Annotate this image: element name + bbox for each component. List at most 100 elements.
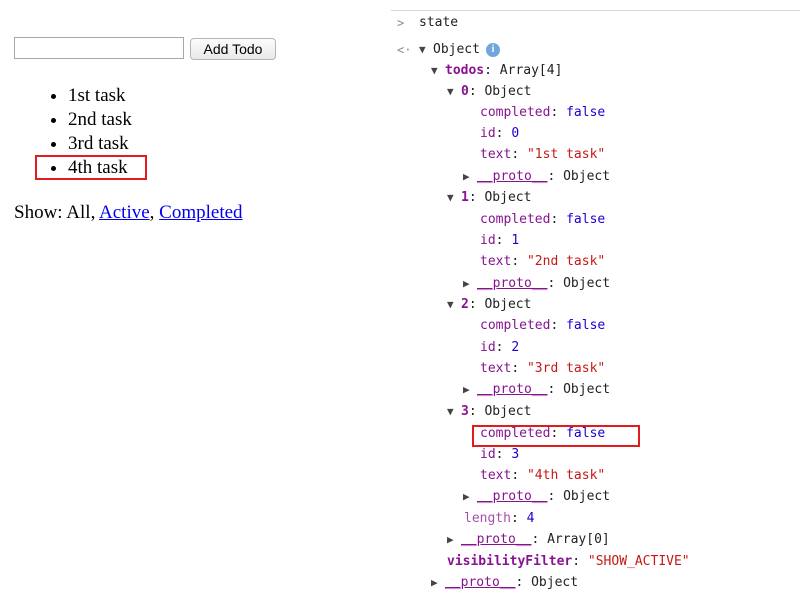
proto-key: __proto__ — [461, 532, 532, 547]
proto-key: __proto__ — [445, 575, 516, 590]
proto-value: Object — [563, 276, 611, 291]
proto-row-3[interactable]: ▶ __proto__: Object — [463, 487, 610, 507]
id-key: id — [480, 340, 496, 355]
expand-triangle-right-icon[interactable]: ▶ — [447, 530, 461, 550]
expand-triangle-right-icon[interactable]: ▶ — [463, 487, 477, 507]
completed-row-1: completed: false — [480, 212, 606, 227]
id-key: id — [480, 126, 496, 141]
item-index: 0 — [461, 84, 469, 99]
proto-key: __proto__ — [477, 382, 548, 397]
visibility-value: "SHOW_ACTIVE" — [587, 554, 690, 569]
id-value: 2 — [511, 340, 520, 355]
console-command: state — [419, 15, 459, 30]
id-value: 3 — [511, 447, 520, 462]
filter-completed-link[interactable]: Completed — [159, 202, 242, 223]
item-label: Object — [484, 404, 532, 419]
expand-triangle-down-icon[interactable]: ▼ — [431, 61, 445, 81]
visibility-key: visibilityFilter — [447, 554, 573, 569]
text-value: "2nd task" — [526, 254, 606, 269]
filter-bar: Show: All, Active, Completed — [14, 200, 243, 226]
result-arrow-icon: <· — [397, 43, 412, 57]
proto-key: __proto__ — [477, 489, 548, 504]
text-row-3: text: "4th task" — [480, 468, 606, 483]
proto-key: __proto__ — [477, 169, 548, 184]
completed-key: completed — [480, 105, 551, 120]
text-key: text — [480, 468, 512, 483]
info-icon[interactable]: i — [485, 42, 500, 57]
visibility-filter-row: visibilityFilter: "SHOW_ACTIVE" — [447, 554, 690, 569]
id-row-0: id: 0 — [480, 126, 520, 141]
todo-app: Add Todo 1st task 2nd task 3rd task 4th … — [0, 0, 390, 592]
text-key: text — [480, 361, 512, 376]
array-proto-value: Array[0] — [547, 532, 610, 547]
text-row-1: text: "2nd task" — [480, 254, 606, 269]
item-index: 1 — [461, 190, 469, 205]
prompt-chevron-icon: > — [397, 16, 405, 30]
id-value: 0 — [511, 126, 520, 141]
todos-row[interactable]: ▼ todos: Array[4] — [431, 61, 562, 81]
text-row-0: text: "1st task" — [480, 147, 606, 162]
item-label: Object — [484, 190, 532, 205]
item-index: 2 — [461, 297, 469, 312]
id-row-3: id: 3 — [480, 447, 520, 462]
expand-triangle-down-icon[interactable]: ▼ — [447, 188, 461, 208]
highlight-box-completed — [472, 425, 640, 447]
todo-object-row-1[interactable]: ▼ 1: Object — [447, 188, 531, 208]
completed-value: false — [566, 105, 606, 120]
expand-triangle-down-icon[interactable]: ▼ — [419, 40, 433, 60]
proto-row-2[interactable]: ▶ __proto__: Object — [463, 380, 610, 400]
id-row-2: id: 2 — [480, 340, 520, 355]
id-row-1: id: 1 — [480, 233, 520, 248]
length-row: length: 4 — [464, 511, 535, 526]
filter-prefix: Show: — [14, 202, 63, 223]
highlight-box-4th-task — [35, 155, 147, 180]
expand-triangle-down-icon[interactable]: ▼ — [447, 402, 461, 422]
root-object-label: Object — [433, 42, 480, 57]
length-key: length — [464, 511, 511, 526]
expand-triangle-down-icon[interactable]: ▼ — [447, 82, 461, 102]
proto-value: Object — [563, 382, 611, 397]
todo-item[interactable]: 2nd task — [68, 108, 132, 132]
proto-row-0[interactable]: ▶ __proto__: Object — [463, 167, 610, 187]
completed-key: completed — [480, 212, 551, 227]
filter-active-link[interactable]: Active — [99, 202, 150, 223]
filter-all: All — [66, 202, 91, 223]
completed-key: completed — [480, 318, 551, 333]
completed-row-2: completed: false — [480, 318, 606, 333]
proto-row-1[interactable]: ▶ __proto__: Object — [463, 274, 610, 294]
proto-value: Object — [563, 169, 611, 184]
add-todo-button[interactable]: Add Todo — [190, 38, 276, 60]
root-proto-row[interactable]: ▶ __proto__: Object — [431, 573, 578, 593]
todo-object-row-3[interactable]: ▼ 3: Object — [447, 402, 531, 422]
expand-triangle-down-icon[interactable]: ▼ — [447, 295, 461, 315]
devtools-console: > state <· ▼ Object i ▼ todos: Array[4] ▼ 0:… — [391, 0, 800, 592]
todos-key: todos — [445, 63, 485, 78]
item-index: 3 — [461, 404, 469, 419]
todos-value: Array[4] — [499, 63, 563, 78]
text-value: "4th task" — [526, 468, 606, 483]
text-key: text — [480, 254, 512, 269]
length-value: 4 — [526, 511, 535, 526]
expand-triangle-right-icon[interactable]: ▶ — [431, 573, 445, 593]
id-key: id — [480, 447, 496, 462]
completed-row-0: completed: false — [480, 105, 606, 120]
id-value: 1 — [511, 233, 520, 248]
text-value: "3rd task" — [526, 361, 606, 376]
proto-value: Object — [531, 575, 579, 590]
todo-object-row-0[interactable]: ▼ 0: Object — [447, 82, 531, 102]
array-proto-row[interactable]: ▶ __proto__: Array[0] — [447, 530, 610, 550]
completed-value: false — [566, 212, 606, 227]
proto-value: Object — [563, 489, 611, 504]
id-key: id — [480, 233, 496, 248]
todo-input[interactable] — [14, 37, 184, 59]
filter-separator: , — [149, 202, 155, 223]
expand-triangle-right-icon[interactable]: ▶ — [463, 274, 477, 294]
todo-object-row-2[interactable]: ▼ 2: Object — [447, 295, 531, 315]
proto-key: __proto__ — [477, 276, 548, 291]
todo-item[interactable]: 1st task — [68, 84, 132, 108]
todo-item[interactable]: 3rd task — [68, 132, 132, 156]
completed-value: false — [566, 318, 606, 333]
expand-triangle-right-icon[interactable]: ▶ — [463, 167, 477, 187]
text-value: "1st task" — [526, 147, 606, 162]
expand-triangle-right-icon[interactable]: ▶ — [463, 380, 477, 400]
